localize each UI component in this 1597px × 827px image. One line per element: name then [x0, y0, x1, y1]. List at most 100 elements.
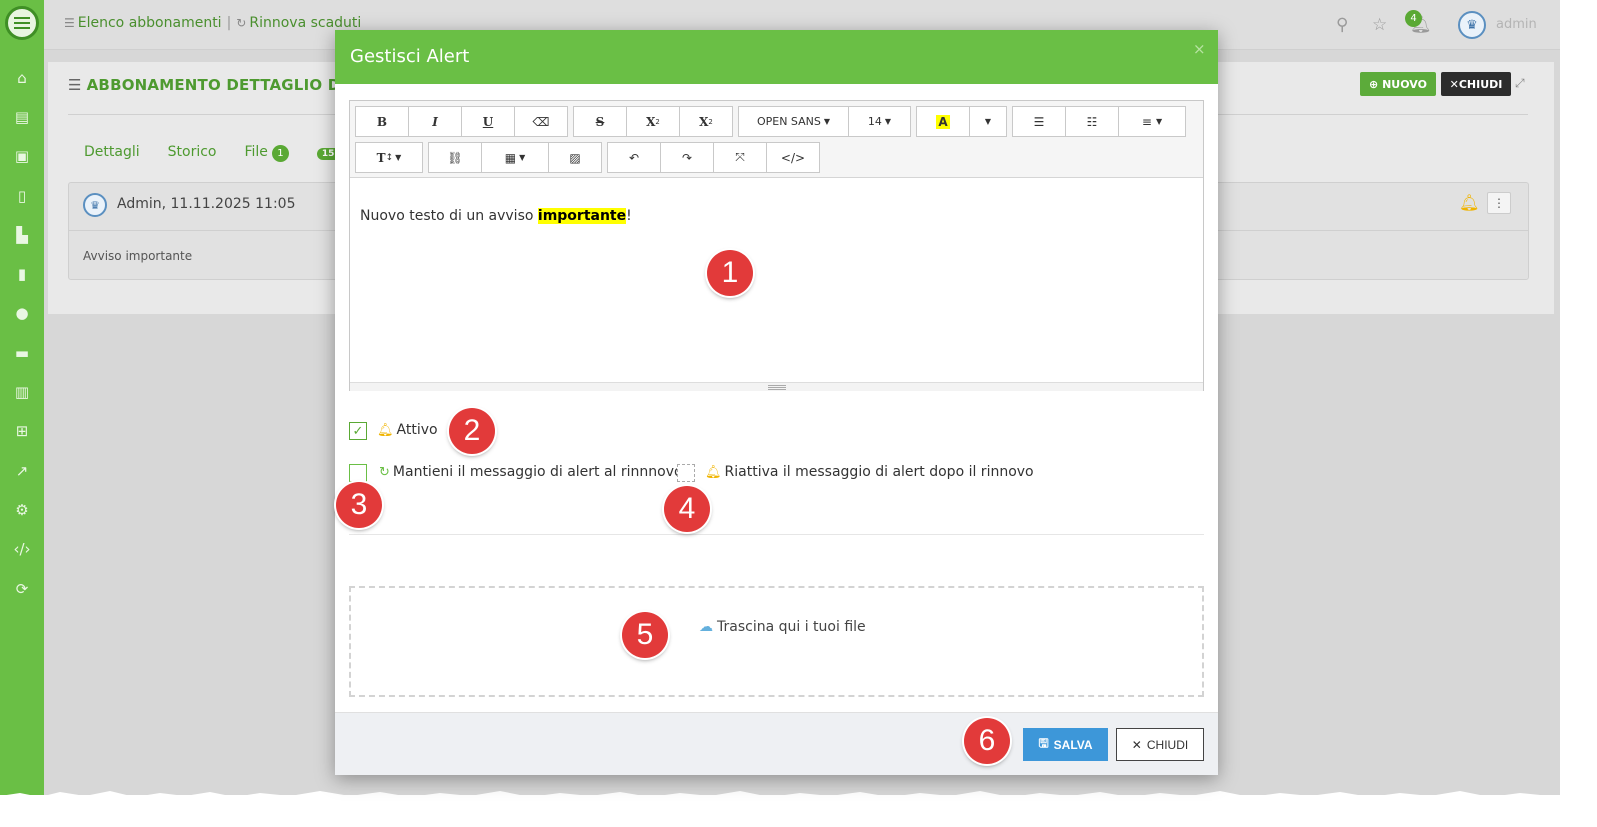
- tab-history[interactable]: Storico: [168, 144, 217, 160]
- fullscreen-icon[interactable]: ⤧: [713, 142, 767, 173]
- new-button[interactable]: ⊕ NUOVO: [1360, 72, 1436, 96]
- editor-content[interactable]: Nuovo testo di un avviso importante!: [350, 178, 1203, 382]
- renew-icon: ↻: [236, 16, 247, 30]
- star-icon[interactable]: ☆: [1372, 15, 1387, 35]
- report-icon[interactable]: ▮: [0, 254, 44, 293]
- image-icon[interactable]: ▨: [548, 142, 602, 173]
- link-icon[interactable]: ⛓: [428, 142, 482, 173]
- font-size-dropdown[interactable]: 14 ▼: [848, 106, 911, 137]
- document-icon[interactable]: ▯: [0, 176, 44, 215]
- new-button-label: NUOVO: [1382, 77, 1427, 91]
- save-button-label: SALVA: [1053, 737, 1093, 752]
- active-checkbox[interactable]: ✓: [349, 422, 367, 440]
- file-dropzone[interactable]: ☁ Trascina qui i tuoi file: [349, 586, 1204, 697]
- clipboard-icon[interactable]: ▥: [0, 372, 44, 411]
- close-page-button[interactable]: ✕ CHIUDI: [1441, 72, 1511, 96]
- avatar: ♛: [83, 193, 107, 217]
- tab-files[interactable]: File: [244, 144, 267, 160]
- editor-toolbar: B I U ⌫ S X2 X2 OPEN SANS ▼ 14 ▼ A ▼ ☰ ☷ ≡…: [350, 101, 1203, 178]
- code-view-icon[interactable]: </>: [766, 142, 820, 173]
- reactivate-option: 🔔︎ Riattiva il messaggio di alert dopo il…: [705, 464, 1034, 480]
- user-icon[interactable]: ●: [0, 294, 44, 333]
- close-page-button-label: CHIUDI: [1458, 77, 1503, 91]
- table-dropdown[interactable]: ▦ ▼: [481, 142, 549, 173]
- superscript-button[interactable]: X2: [626, 106, 680, 137]
- card-icon[interactable]: ▬: [0, 333, 44, 372]
- highlight-color-button[interactable]: A: [916, 106, 970, 137]
- step-marker-4: 4: [664, 486, 710, 532]
- italic-button[interactable]: I: [408, 106, 462, 137]
- step-marker-6: 6: [964, 718, 1010, 764]
- font-family-dropdown[interactable]: OPEN SANS ▼: [738, 106, 849, 137]
- keep-message-checkbox[interactable]: [349, 464, 367, 482]
- check-icon: ✓: [352, 423, 364, 439]
- active-label: Attivo: [396, 422, 438, 438]
- renew-icon: ↻: [379, 465, 390, 480]
- bell-icon: 🔔︎: [377, 423, 394, 438]
- list-icon: ☰: [64, 16, 75, 30]
- editor-resize-handle[interactable]: [350, 382, 1203, 391]
- add-document-icon[interactable]: ▣: [0, 137, 44, 176]
- home-icon[interactable]: ⌂: [0, 58, 44, 97]
- cloud-upload-icon: ☁: [699, 619, 713, 635]
- underline-button[interactable]: U: [461, 106, 515, 137]
- dialog-title: Gestisci Alert: [350, 46, 470, 67]
- settings-icon[interactable]: ⚙: [0, 490, 44, 529]
- bullet-list-icon[interactable]: ☰: [1012, 106, 1066, 137]
- reactivate-checkbox[interactable]: [677, 464, 695, 482]
- chart-icon[interactable]: ↗: [0, 451, 44, 490]
- font-family-value: OPEN SANS: [756, 115, 821, 128]
- sidebar: ⌂ ▤ ▣ ▯ ▙ ▮ ● ▬ ▥ ⊞ ↗ ⚙ ‹/› ⟳: [0, 0, 44, 795]
- eraser-icon[interactable]: ⌫: [514, 106, 568, 137]
- caret-down-icon: ▼: [395, 153, 402, 162]
- dialog-close-icon[interactable]: ×: [1193, 40, 1206, 58]
- caret-down-icon: ▼: [1155, 117, 1163, 126]
- caret-down-icon: ▼: [519, 153, 526, 162]
- sync-icon[interactable]: ⟳: [0, 569, 44, 608]
- breadcrumb: ☰ Elenco abbonamenti | ↻ Rinnova scaduti: [64, 15, 361, 31]
- alert-text: Avviso importante: [83, 249, 193, 263]
- numbered-list-icon[interactable]: ☷: [1065, 106, 1119, 137]
- torn-edge: [0, 791, 1597, 827]
- color-dropdown-button[interactable]: ▼: [969, 106, 1007, 137]
- highlight-color-icon: A: [936, 114, 950, 129]
- keep-message-option: ↻ Mantieni il messaggio di alert al rinnn…: [379, 464, 683, 480]
- align-dropdown[interactable]: ≡ ▼: [1118, 106, 1186, 137]
- close-icon: ✕: [1449, 77, 1459, 91]
- avatar[interactable]: ♛: [1458, 11, 1486, 39]
- notification-badge: 4: [1405, 10, 1422, 27]
- user-name[interactable]: admin: [1496, 17, 1537, 32]
- table-icon: ▦: [504, 150, 517, 165]
- dialog-header: Gestisci Alert ×: [335, 30, 1218, 84]
- reactivate-label: Riattiva il messaggio di alert dopo il r…: [724, 464, 1034, 480]
- dialog-footer: 🖫 SALVA ✕ CHIUDI: [335, 712, 1218, 775]
- dropzone-label: Trascina qui i tuoi file: [717, 619, 866, 635]
- editor-text-highlight: importante: [537, 208, 627, 224]
- search-icon[interactable]: ⚲: [1336, 15, 1348, 35]
- caret-down-icon: ▼: [884, 117, 892, 126]
- caret-down-icon: ▼: [984, 117, 992, 126]
- save-button[interactable]: 🖫 SALVA: [1023, 728, 1108, 761]
- breadcrumb-subscriptions[interactable]: Elenco abbonamenti: [78, 15, 222, 31]
- more-options-button[interactable]: ⋮: [1487, 192, 1511, 214]
- text-style-dropdown[interactable]: T ↕ ▼: [355, 142, 423, 173]
- close-icon: ✕: [1131, 737, 1142, 752]
- tab-details[interactable]: Dettagli: [84, 144, 140, 160]
- keep-message-label: Mantieni il messaggio di alert al rinnno…: [392, 464, 683, 480]
- breadcrumb-renew[interactable]: Rinnova scaduti: [249, 15, 361, 31]
- code-icon[interactable]: ‹/›: [0, 530, 44, 569]
- dropzone-text: ☁ Trascina qui i tuoi file: [699, 619, 866, 635]
- contacts-icon[interactable]: ▤: [0, 97, 44, 136]
- plus-circle-icon: ⊕: [1369, 77, 1383, 91]
- expand-icon[interactable]: ⤢: [1515, 76, 1525, 91]
- warehouse-icon[interactable]: ▙: [0, 215, 44, 254]
- menu-toggle-icon[interactable]: [5, 6, 39, 40]
- grid-icon[interactable]: ⊞: [0, 412, 44, 451]
- strikethrough-button[interactable]: S: [573, 106, 627, 137]
- bold-button[interactable]: B: [355, 106, 409, 137]
- close-button[interactable]: ✕ CHIUDI: [1116, 728, 1204, 761]
- undo-icon[interactable]: ↶: [607, 142, 661, 173]
- redo-icon[interactable]: ↷: [660, 142, 714, 173]
- save-icon: 🖫: [1038, 736, 1049, 750]
- subscript-button[interactable]: X2: [679, 106, 733, 137]
